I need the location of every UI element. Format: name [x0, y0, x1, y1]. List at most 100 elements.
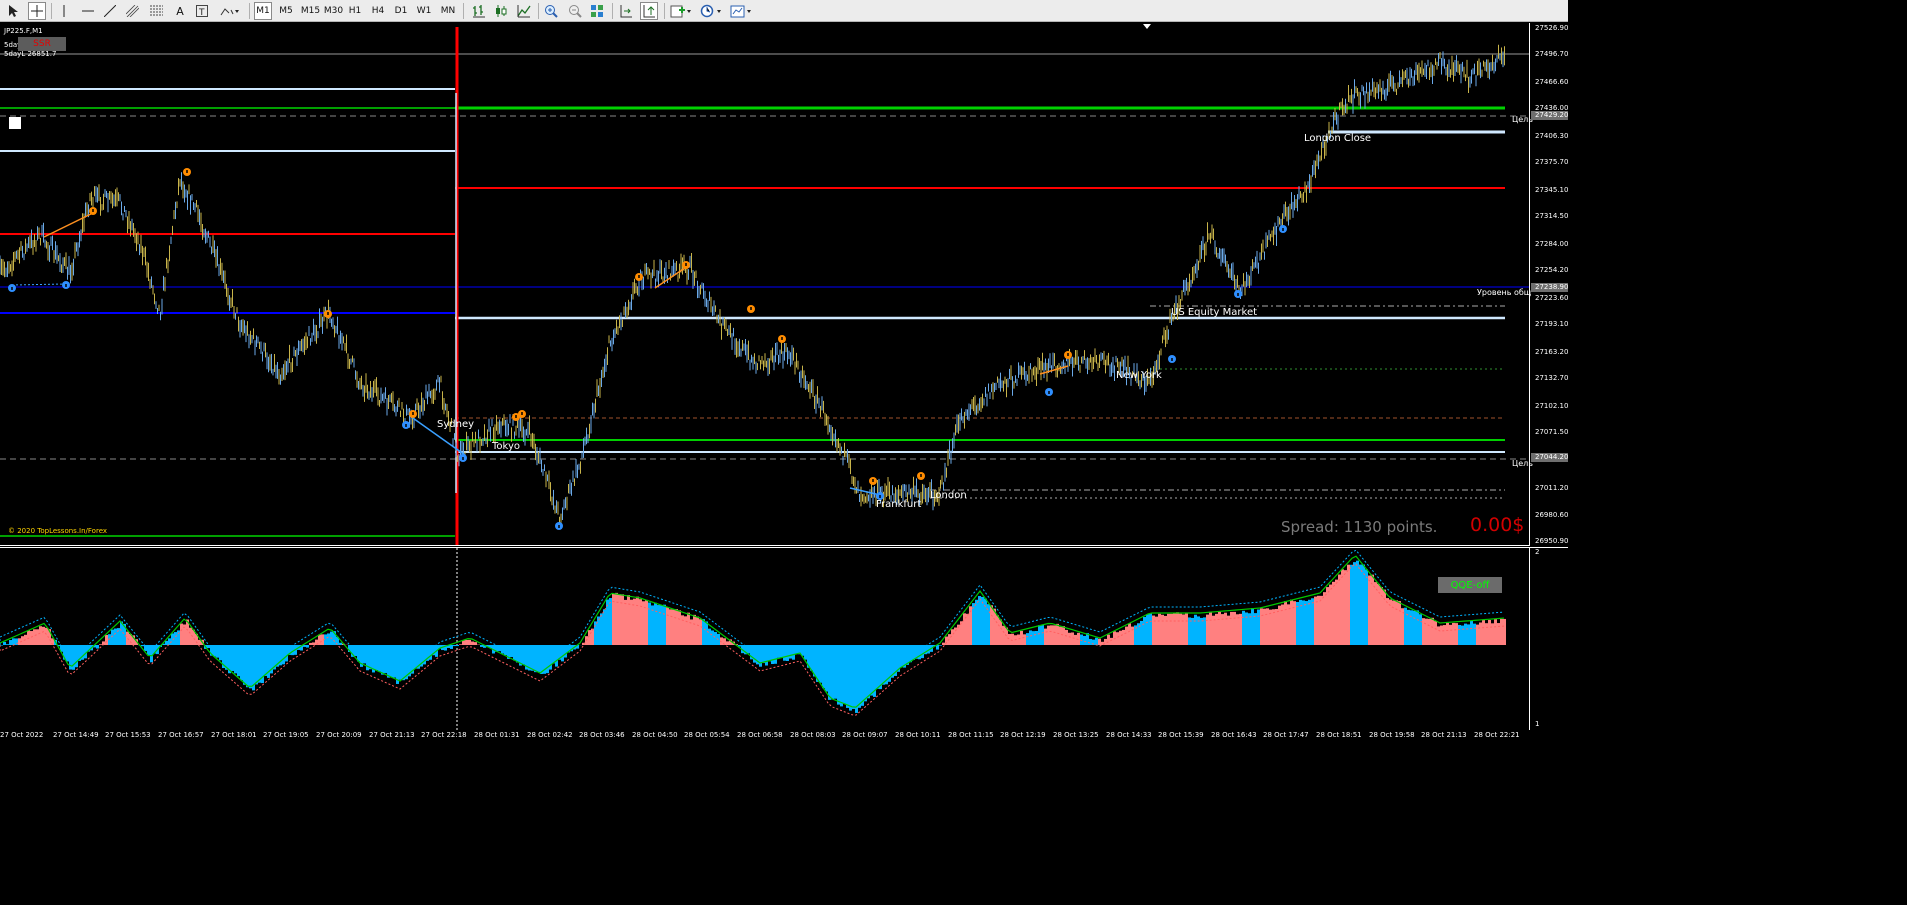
- qqe-bar: [354, 645, 357, 657]
- copyright-label: © 2020 TopLessons.In/Forex: [8, 527, 108, 535]
- zoom-in-icon[interactable]: [542, 2, 560, 20]
- qqe-bar: [216, 645, 219, 658]
- qqe-bar: [1116, 632, 1119, 645]
- qqe-bar: [1467, 624, 1470, 645]
- crosshair-icon[interactable]: [28, 2, 46, 20]
- qqe-bar: [255, 645, 258, 685]
- chart-shift-icon[interactable]: [640, 2, 658, 20]
- price-chart[interactable]: [0, 23, 1568, 546]
- line-chart-icon[interactable]: [515, 2, 533, 20]
- time-axis-label: 27 Oct 16:57: [158, 731, 204, 739]
- qqe-bar: [588, 630, 591, 645]
- qqe-bar: [1488, 619, 1491, 645]
- qqe-bar: [1425, 618, 1428, 645]
- qqe-bar: [1350, 564, 1353, 645]
- timeframe-m1-button[interactable]: M1: [254, 2, 272, 20]
- fibonacci-icon[interactable]: [148, 2, 164, 20]
- trendline-icon[interactable]: [102, 2, 118, 20]
- qqe-bar: [1362, 564, 1365, 645]
- qqe-bar: [1275, 609, 1278, 645]
- qqe-bar: [1053, 625, 1056, 645]
- templates-icon[interactable]: [728, 2, 754, 20]
- qqe-bar: [1446, 622, 1449, 645]
- common-level-label: Уровень общ: [1477, 288, 1532, 297]
- tile-windows-icon[interactable]: [588, 2, 606, 20]
- vertical-line-icon[interactable]: [56, 2, 72, 20]
- timeframe-m15-button[interactable]: M15: [300, 2, 321, 20]
- qqe-bar: [1383, 589, 1386, 645]
- qqe-bar: [1290, 599, 1293, 645]
- qqe-bar: [1119, 630, 1122, 645]
- qqe-bar: [243, 645, 246, 685]
- zoom-out-icon[interactable]: [566, 2, 584, 20]
- qqe-bar: [21, 636, 24, 645]
- qqe-bar: [621, 594, 624, 645]
- qqe-bar: [789, 645, 792, 659]
- timeframe-h1-button[interactable]: H1: [346, 2, 364, 20]
- profit-label: 0.00$: [1470, 514, 1525, 536]
- qqe-bar: [1308, 599, 1311, 645]
- qqe-bar: [1434, 621, 1437, 645]
- text-label-icon[interactable]: T: [194, 2, 210, 20]
- qqe-bar: [1044, 628, 1047, 645]
- timeframe-w1-button[interactable]: W1: [415, 2, 433, 20]
- channel-icon[interactable]: [124, 2, 140, 20]
- timeframe-m5-button[interactable]: M5: [277, 2, 295, 20]
- qqe-bar: [1056, 623, 1059, 645]
- price-axis-label: 27526.90: [1535, 24, 1569, 32]
- shapes-icon[interactable]: [218, 2, 242, 20]
- qqe-bar: [1050, 625, 1053, 645]
- qqe-bar: [312, 642, 315, 645]
- qqe-bar: [1062, 626, 1065, 645]
- qqe-bar: [1227, 615, 1230, 645]
- qqe-bar: [456, 645, 459, 647]
- qqe-bar: [1482, 619, 1485, 645]
- qqe-bar: [1320, 595, 1323, 645]
- qqe-bar: [852, 645, 855, 709]
- qqe-bar: [909, 645, 912, 663]
- qqe-bar: [1449, 624, 1452, 645]
- qqe-bar: [1068, 632, 1071, 645]
- time-axis-label: 28 Oct 10:11: [895, 731, 941, 739]
- qqe-bar: [708, 628, 711, 645]
- price-axis-label: 27163.20: [1535, 348, 1569, 356]
- qqe-bar: [786, 645, 789, 661]
- timeframe-mn-button[interactable]: MN: [438, 2, 458, 20]
- session-label-london: London: [930, 490, 967, 501]
- timeframe-d1-button[interactable]: D1: [392, 2, 410, 20]
- qqe-bar: [1107, 634, 1110, 645]
- qqe-bar: [1332, 581, 1335, 645]
- text-icon[interactable]: A: [172, 2, 188, 20]
- ssr-badge[interactable]: SSR: [18, 37, 66, 51]
- qqe-bar: [1002, 625, 1005, 645]
- time-axis-label: 28 Oct 09:07: [842, 731, 888, 739]
- time-axis-label: 28 Oct 19:58: [1369, 731, 1415, 739]
- qqe-indicator-chart[interactable]: [0, 547, 1568, 730]
- qqe-bar: [387, 645, 390, 678]
- indicators-icon[interactable]: [668, 2, 694, 20]
- qqe-bar: [1176, 612, 1179, 645]
- qqe-bar: [981, 596, 984, 645]
- horizontal-line-icon[interactable]: [80, 2, 96, 20]
- timeframe-m30-button[interactable]: M30: [323, 2, 344, 20]
- price-axis-highlight: 27238.90: [1531, 283, 1568, 292]
- qqe-bar: [1110, 637, 1113, 645]
- qqe-bar: [1389, 599, 1392, 645]
- qqe-bar: [906, 645, 909, 665]
- qqe-bar: [666, 607, 669, 645]
- autoscroll-icon[interactable]: [617, 2, 635, 20]
- timeframe-h4-button[interactable]: H4: [369, 2, 387, 20]
- cursor-icon[interactable]: [4, 2, 22, 20]
- qqe-toggle-button[interactable]: QQE-off: [1438, 577, 1502, 593]
- toggle-square-button[interactable]: [9, 117, 21, 129]
- bar-chart-icon[interactable]: [470, 2, 488, 20]
- periodicity-icon[interactable]: [698, 2, 724, 20]
- qqe-bar: [882, 645, 885, 685]
- indicator-scale-bottom: 1: [1535, 720, 1540, 728]
- qqe-bar: [1353, 562, 1356, 645]
- qqe-bar: [1260, 608, 1263, 645]
- target-label-upper: Цель: [1512, 115, 1533, 124]
- qqe-bar: [774, 645, 777, 664]
- candlestick-icon[interactable]: [492, 2, 510, 20]
- time-axis-label: 28 Oct 12:19: [1000, 731, 1046, 739]
